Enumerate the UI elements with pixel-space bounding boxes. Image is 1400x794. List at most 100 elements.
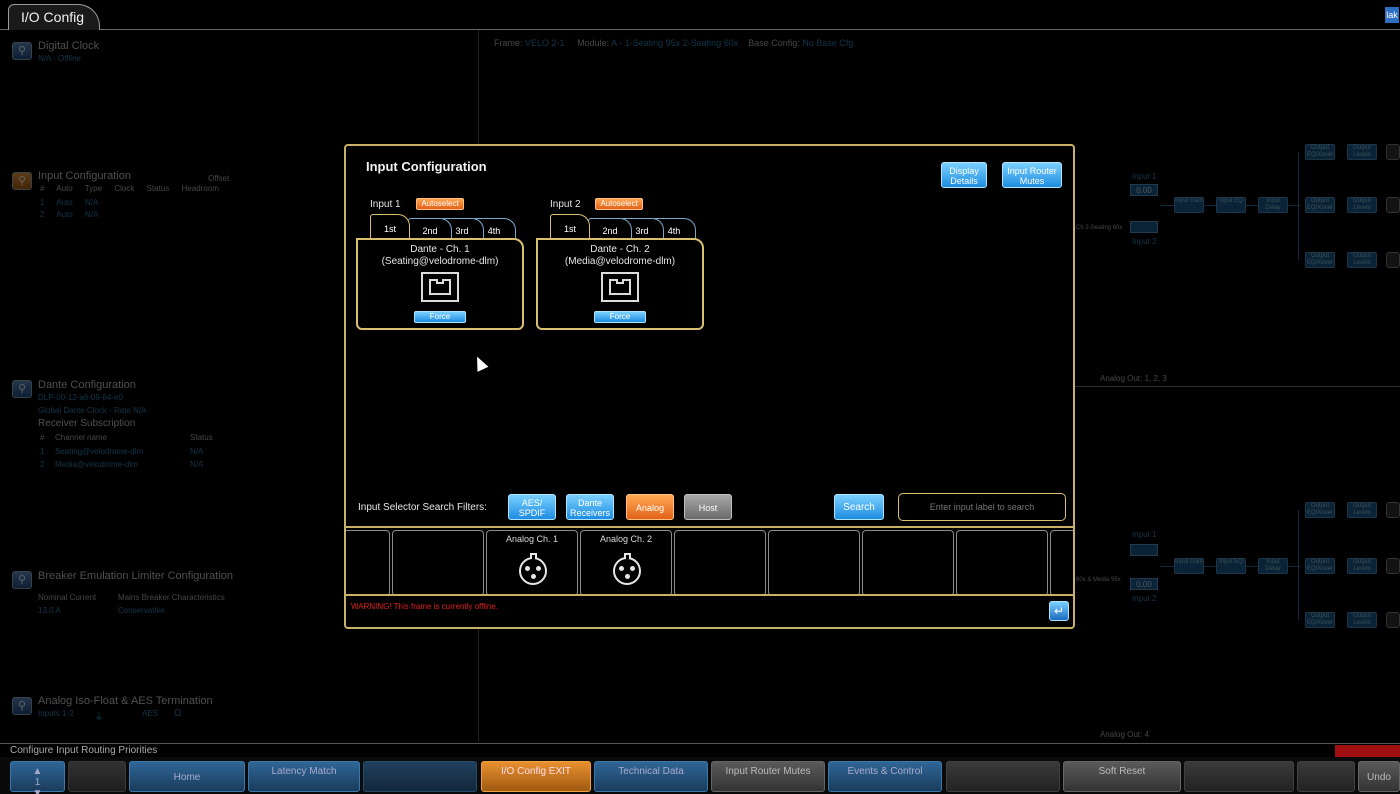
source-name: Dante - Ch. 2 (590, 244, 650, 255)
latency-match-button[interactable]: Latency Match (248, 761, 360, 792)
dante-row-status: N/A (190, 460, 204, 469)
output-levels-block[interactable]: Output Levels (1347, 502, 1377, 518)
output-eq-block[interactable]: Output EQ/Xover (1305, 144, 1335, 160)
filter-dante-receivers-button[interactable]: Dante Receivers (566, 494, 614, 520)
filter-aes-spdif-button[interactable]: AES/ SPDIF (508, 494, 556, 520)
undo-button[interactable]: Undo (1358, 761, 1400, 792)
output-levels-block[interactable]: Output Levels (1347, 252, 1377, 268)
tab-1st[interactable]: 1st (550, 214, 590, 240)
output-levels-block[interactable]: Output Levels (1347, 612, 1377, 628)
breaker-search-icon[interactable]: ⚲ (12, 571, 32, 589)
dante-global-clock: Global Dante Clock - Rate N/A (38, 406, 147, 415)
input-source-list[interactable]: Analog Ch. 1 Analog Ch. 2 (346, 526, 1073, 596)
input-1-source-card: Dante - Ch. 1 (Seating@velodrome-dlm) Fo… (356, 238, 524, 330)
tab-io-config[interactable]: I/O Config (8, 4, 100, 30)
source-cell-analog-ch-2[interactable]: Analog Ch. 2 (580, 530, 672, 594)
input-router-mutes-button[interactable]: Input Router Mutes (1002, 162, 1062, 188)
soft-reset-button[interactable]: Soft Reset (1063, 761, 1181, 792)
io-config-exit-button[interactable]: I/O Config EXIT (481, 761, 591, 792)
input-gain-block[interactable]: Input Gain (1174, 197, 1204, 213)
module-label: Module: (577, 38, 610, 48)
lak-logo-icon[interactable]: lak (1385, 7, 1399, 23)
autoselect-button[interactable]: Autoselect (595, 198, 643, 210)
input-delay-block[interactable]: Input Delay (1258, 197, 1288, 213)
magnifier-icon[interactable] (1386, 612, 1400, 628)
source-cell[interactable] (862, 530, 954, 594)
input-value[interactable]: 0.00 (1130, 184, 1158, 196)
fkey-blank[interactable] (68, 761, 126, 792)
home-button[interactable]: Home (129, 761, 245, 792)
source-cell[interactable] (392, 530, 484, 594)
analog-iso-search-icon[interactable]: ⚲ (12, 697, 32, 715)
autoselect-button[interactable]: Autoselect (416, 198, 464, 210)
input-eq-block[interactable]: Input EQ (1216, 197, 1246, 213)
ground-icon: ⏚ (94, 712, 104, 723)
dante-header-status: Status (190, 433, 213, 442)
input-config-search-icon[interactable]: ⚲ (12, 172, 32, 190)
magnifier-icon[interactable] (1386, 144, 1400, 160)
input-value[interactable]: 0.00 (1130, 578, 1158, 590)
display-details-button[interactable]: Display Details (941, 162, 987, 188)
tab-2nd[interactable]: 2nd (408, 218, 452, 240)
dante-header-channel: Channel name (55, 433, 108, 442)
input-config-headers: # Auto Type Clock Status Headroom (40, 184, 219, 193)
source-cell[interactable] (1050, 530, 1073, 594)
magnifier-icon[interactable] (1386, 197, 1400, 213)
fkey-blank[interactable] (1184, 761, 1294, 792)
source-device: (Media@velodrome-dlm) (564, 256, 676, 267)
input-delay-block[interactable]: Input Delay (1258, 558, 1288, 574)
dante-header-num: # (40, 433, 45, 442)
dante-row-num: 1 (40, 447, 45, 456)
source-cell[interactable] (768, 530, 860, 594)
input-value[interactable] (1130, 221, 1158, 233)
input-gain-block[interactable]: Input Gain (1174, 558, 1204, 574)
digital-clock-search-icon[interactable]: ⚲ (12, 42, 32, 60)
source-cell-analog-ch-1[interactable]: Analog Ch. 1 (486, 530, 578, 594)
search-input[interactable] (898, 493, 1066, 521)
frame-value: VELO 2-1 (525, 38, 565, 48)
input-value[interactable] (1130, 544, 1158, 556)
dante-config-search-icon[interactable]: ⚲ (12, 380, 32, 398)
cell-label: Analog Ch. 1 (505, 534, 559, 544)
input-eq-block[interactable]: Input EQ (1216, 558, 1246, 574)
filter-host-button[interactable]: Host (684, 494, 732, 520)
source-cell[interactable] (956, 530, 1048, 594)
technical-data-button[interactable]: Technical Data (594, 761, 708, 792)
output-levels-block[interactable]: Output Levels (1347, 144, 1377, 160)
magnifier-icon[interactable] (1386, 252, 1400, 268)
input-config-title: Input Configuration (38, 170, 131, 182)
tab-2nd[interactable]: 2nd (588, 218, 632, 240)
magnifier-icon[interactable] (1386, 502, 1400, 518)
input-router-mutes-button[interactable]: Input Router Mutes (711, 761, 825, 792)
tab-1st[interactable]: 1st (370, 214, 410, 240)
breaker-characteristics-value: Conservative (118, 606, 165, 615)
source-name: Dante - Ch. 1 (410, 244, 470, 255)
fkey-blank[interactable] (946, 761, 1060, 792)
fkey-blank[interactable] (363, 761, 477, 792)
input-1-label: Input 1 (1132, 530, 1157, 539)
events-control-button[interactable]: Events & Control (828, 761, 942, 792)
force-button[interactable]: Force (594, 311, 646, 323)
output-eq-block[interactable]: Output EQ/Xover (1305, 558, 1335, 574)
priority-tabs: 4th 3rd 2nd 1st (548, 214, 698, 240)
fkey-blank[interactable] (1297, 761, 1355, 792)
output-eq-block[interactable]: Output EQ/Xover (1305, 502, 1335, 518)
output-eq-block[interactable]: Output EQ/Xover (1305, 612, 1335, 628)
source-cell[interactable] (346, 530, 390, 594)
output-eq-block[interactable]: Output EQ/Xover (1305, 252, 1335, 268)
return-icon[interactable]: ↵ (1049, 601, 1069, 621)
output-levels-block[interactable]: Output Levels (1347, 558, 1377, 574)
search-button[interactable]: Search (834, 494, 884, 520)
force-button[interactable]: Force (414, 311, 466, 323)
magnifier-icon[interactable] (1386, 558, 1400, 574)
output-eq-block[interactable]: Output EQ/Xover (1305, 197, 1335, 213)
xlr-connector-icon (613, 553, 641, 585)
filter-analog-button[interactable]: Analog (626, 494, 674, 520)
source-cell[interactable] (674, 530, 766, 594)
page-up-button[interactable]: ▲ 1 ▼ (10, 761, 65, 794)
output-levels-block[interactable]: Output Levels (1347, 197, 1377, 213)
seating-label: Ch 2-Seating 60x (1076, 225, 1123, 231)
frame-info: Frame: VELO 2-1 Module: A - 1-Seating 95… (494, 38, 853, 48)
digital-clock-title: Digital Clock (38, 40, 100, 52)
source-device: (Seating@velodrome-dlm) (381, 256, 499, 267)
